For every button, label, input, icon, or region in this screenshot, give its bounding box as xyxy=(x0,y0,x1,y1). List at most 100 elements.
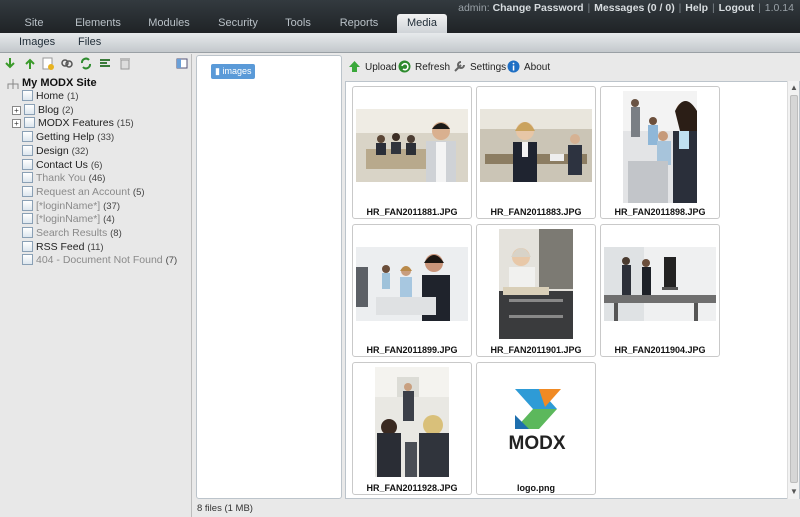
tree-item-id: (4) xyxy=(103,214,115,226)
nav-tab-elements[interactable]: Elements xyxy=(70,14,126,33)
grid-scrollbar[interactable]: ▲ ▼ xyxy=(787,81,799,499)
settings-button[interactable]: Settings xyxy=(453,60,506,76)
tree-item[interactable]: [*loginName*] (37) xyxy=(22,199,121,214)
file-tile[interactable]: HR_FAN2011898.JPG xyxy=(600,86,720,219)
tree-item[interactable]: Home (1) xyxy=(22,90,79,104)
tree-item[interactable]: [*loginName*] (4) xyxy=(22,213,115,227)
hide-panel-icon[interactable] xyxy=(176,57,188,70)
file-name: HR_FAN2011899.JPG xyxy=(366,345,458,355)
document-icon xyxy=(22,254,33,266)
thumbnail-image xyxy=(375,367,449,477)
upload-button[interactable]: Upload xyxy=(348,60,397,76)
folder-images-label: images xyxy=(222,66,252,76)
tree-item-label: [*loginName*] xyxy=(36,199,101,212)
refresh-tree-icon[interactable] xyxy=(80,57,92,70)
messages-link[interactable]: Messages (0 / 0) xyxy=(594,2,675,14)
site-root-icon xyxy=(7,79,19,89)
file-tile[interactable]: HR_FAN2011883.JPG xyxy=(476,86,596,219)
file-tile[interactable]: HR_FAN2011899.JPG xyxy=(352,224,472,357)
thumbnail-image xyxy=(604,247,716,321)
file-name: HR_FAN2011883.JPG xyxy=(490,207,582,217)
document-icon xyxy=(24,117,35,129)
username-label: admin: xyxy=(458,2,490,14)
document-icon xyxy=(22,158,33,170)
tree-item-id: (6) xyxy=(90,159,103,171)
document-icon xyxy=(22,144,33,156)
tree-item[interactable]: Getting Help (33) xyxy=(22,131,114,145)
thumbnail-grid: HR_FAN2011881.JPG HR_FAN2011883.JPG HR_F… xyxy=(345,81,800,499)
tree-item-id: (1) xyxy=(66,91,79,102)
scroll-down-icon[interactable]: ▼ xyxy=(789,487,799,497)
subnav-files[interactable]: Files xyxy=(78,36,101,48)
scroll-thumb[interactable] xyxy=(790,95,798,483)
tree-item-label: Home xyxy=(36,90,65,102)
tree-item[interactable]: Request an Account (5) xyxy=(22,185,145,200)
refresh-button[interactable]: Refresh xyxy=(398,60,450,76)
expand-toggle-icon[interactable]: + xyxy=(12,105,21,115)
tree-item-label: Getting Help xyxy=(36,131,95,144)
tree-item-id: (2) xyxy=(61,104,74,116)
scroll-up-icon[interactable]: ▲ xyxy=(789,83,799,93)
nav-tab-security[interactable]: Security xyxy=(212,14,264,33)
tree-root-label[interactable]: My MODX Site xyxy=(22,77,97,89)
folder-tree-panel: ▮ images xyxy=(196,55,342,499)
file-name: logo.png xyxy=(517,483,555,493)
help-link[interactable]: Help xyxy=(685,2,708,14)
nav-tab-reports[interactable]: Reports xyxy=(334,14,384,33)
folder-icon: ▮ xyxy=(215,66,220,76)
tree-item-id: (8) xyxy=(110,228,122,239)
tree-item-label: Contact Us xyxy=(36,158,88,171)
tree-item[interactable]: 404 - Document Not Found (7) xyxy=(22,254,177,268)
document-icon xyxy=(22,131,33,143)
tree-item-id: (33) xyxy=(97,132,115,144)
about-button[interactable]: About xyxy=(507,60,550,76)
file-tile[interactable]: HR_FAN2011904.JPG xyxy=(600,224,720,357)
tree-item[interactable]: + MODX Features (15) xyxy=(12,117,134,131)
sort-tree-icon[interactable] xyxy=(99,57,111,70)
collapse-all-icon[interactable] xyxy=(24,57,36,70)
thumbnail-image xyxy=(356,247,468,321)
nav-tab-tools[interactable]: Tools xyxy=(279,14,317,33)
change-password-link[interactable]: Change Password xyxy=(493,2,584,14)
new-weblink-icon[interactable] xyxy=(61,57,73,70)
file-tile[interactable]: HR_FAN2011928.JPG xyxy=(352,362,472,495)
document-icon xyxy=(22,185,33,197)
tree-item-id: (15) xyxy=(116,118,134,130)
upload-label: Upload xyxy=(365,62,397,73)
nav-tab-media[interactable]: Media xyxy=(397,14,447,33)
tree-item[interactable]: Contact Us (6) xyxy=(22,158,103,173)
about-label: About xyxy=(524,62,551,73)
document-icon xyxy=(22,240,33,252)
document-icon xyxy=(22,213,33,225)
file-name: HR_FAN2011928.JPG xyxy=(366,483,458,493)
nav-tab-site[interactable]: Site xyxy=(14,14,54,33)
file-count-status: 8 files (1 MB) xyxy=(197,503,253,514)
folder-images[interactable]: ▮ images xyxy=(211,64,256,79)
tree-item[interactable]: RSS Feed (11) xyxy=(22,240,104,255)
document-icon xyxy=(22,90,33,101)
trash-icon[interactable] xyxy=(119,57,131,70)
tree-item[interactable]: Search Results (8) xyxy=(22,227,122,241)
new-document-icon[interactable] xyxy=(42,57,54,70)
file-tile[interactable]: HR_FAN2011881.JPG xyxy=(352,86,472,219)
wrench-icon xyxy=(454,61,465,72)
file-name: HR_FAN2011904.JPG xyxy=(614,345,706,355)
expand-toggle-icon[interactable]: + xyxy=(12,119,21,129)
logout-link[interactable]: Logout xyxy=(719,2,755,14)
tree-item-id: (37) xyxy=(103,200,121,212)
tree-item[interactable]: Design (32) xyxy=(22,144,89,159)
document-icon xyxy=(22,199,33,211)
tree-item-label: Thank You xyxy=(36,172,86,185)
tree-item[interactable]: + Blog (2) xyxy=(12,103,74,118)
file-tile[interactable]: MODX logo.png xyxy=(476,362,596,495)
file-tile[interactable]: HR_FAN2011901.JPG xyxy=(476,224,596,357)
expand-all-icon[interactable] xyxy=(4,57,16,70)
subnav-images[interactable]: Images xyxy=(19,36,55,48)
tree-item-id: (46) xyxy=(88,173,106,185)
nav-tab-modules[interactable]: Modules xyxy=(143,14,195,33)
user-links: admin: Change Password | Messages (0 / 0… xyxy=(458,2,794,14)
version-label: 1.0.14 xyxy=(764,2,794,14)
sub-nav-bar: Images Files xyxy=(0,33,800,53)
document-icon xyxy=(22,227,33,238)
tree-item[interactable]: Thank You (46) xyxy=(22,172,105,186)
